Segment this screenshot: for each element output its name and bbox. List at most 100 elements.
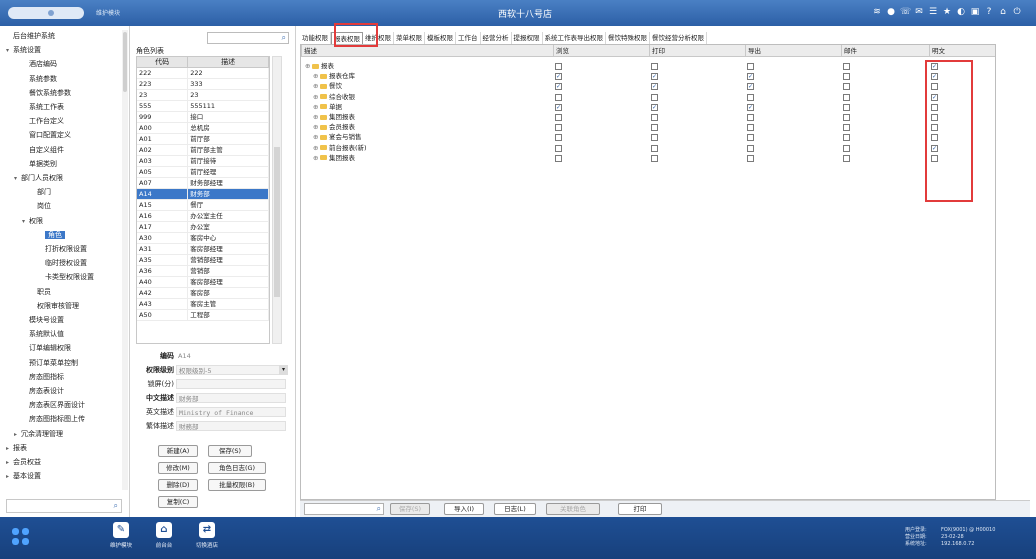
permission-checkbox[interactable] [747,154,754,162]
permission-checkbox[interactable]: ✓ [555,103,562,111]
permission-checkbox[interactable] [843,124,850,132]
permission-checkbox[interactable] [843,134,850,142]
chevron-icon[interactable]: ▸ [6,456,13,469]
sidebar-item[interactable]: 模块号设置 [22,314,64,327]
lock-field[interactable] [176,379,286,389]
table-row[interactable]: A14 财务部 [137,189,269,200]
permission-checkbox[interactable] [555,144,562,152]
grid-col-header[interactable]: 导出 [745,45,841,57]
expand-icon[interactable]: ⊕ [313,153,320,164]
en-desc-field[interactable]: Ministry of Finance [176,407,286,417]
sidebar-item[interactable]: 临时授权设置 [38,257,87,270]
chevron-icon[interactable]: ▾ [6,44,13,57]
taskbar-app[interactable]: ✎ 维护模块 [104,522,138,549]
home-icon[interactable]: ⌂ [998,6,1008,18]
tab[interactable]: 系统工作表导出权限 [543,32,606,44]
sidebar-item[interactable]: 职员 [30,286,51,299]
tab[interactable]: 餐饮经营分析权限 [650,32,707,44]
copy-button[interactable]: 复制(C) [158,496,198,508]
chevron-icon[interactable]: ▾ [14,172,21,185]
permission-checkbox[interactable] [747,144,754,152]
new-button[interactable]: 新建(A) [158,445,198,457]
permission-checkbox[interactable] [651,144,658,152]
permission-checkbox[interactable] [843,93,850,101]
permission-checkbox[interactable]: ✓ [747,103,754,111]
star-icon[interactable]: ★ [942,6,952,18]
permission-checkbox[interactable] [747,93,754,101]
power-icon[interactable]: ⏻ [1012,6,1022,18]
sidebar-item[interactable]: 餐饮系统参数 [22,87,71,100]
permission-checkbox[interactable] [651,124,658,132]
record-icon[interactable]: ● [886,6,896,18]
permission-checkbox[interactable] [555,93,562,101]
sidebar-item[interactable]: 系统默认值 [22,328,64,341]
chevron-icon[interactable]: ▸ [6,442,13,455]
permission-checkbox[interactable] [651,114,658,121]
table-row[interactable]: A15 餐厅 [137,200,269,211]
sidebar-item[interactable]: ▾ 权限 [22,215,43,228]
tab[interactable]: 餐饮特殊权限 [606,32,650,44]
sidebar-scrollbar[interactable] [122,30,128,490]
permission-checkbox[interactable] [747,114,754,121]
delete-button[interactable]: 删除(D) [158,479,198,491]
sidebar-item[interactable]: 岗位 [30,200,51,213]
mail-icon[interactable]: ▣ [970,6,980,18]
permission-checkbox[interactable]: ✓ [651,103,658,111]
sidebar-search-input[interactable]: ⌕ [6,499,122,513]
table-row[interactable]: A03 前厅接待 [137,156,269,167]
taskbar-app[interactable]: ⌂ 前台台 [147,522,181,549]
table-row[interactable]: A31 客房部经理 [137,244,269,255]
sidebar-item[interactable]: 订单编辑权限 [22,342,71,355]
link-role-button[interactable]: 关联角色 [546,503,600,515]
permission-checkbox[interactable] [747,134,754,142]
help-icon[interactable]: ? [984,6,994,18]
table-row[interactable]: 222 222 [137,68,269,79]
permission-checkbox[interactable] [651,134,658,142]
col-desc[interactable]: 描述 [188,57,269,67]
permission-checkbox[interactable] [555,63,562,70]
sidebar-item[interactable]: ▸ 会员权益 [6,456,41,469]
grid-row[interactable]: ⊕ 集团报表 [301,153,995,164]
grid-col-header[interactable]: 打印 [649,45,745,57]
permission-checkbox[interactable]: ✓ [555,83,562,91]
table-row[interactable]: A00 总机房 [137,123,269,134]
permission-checkbox[interactable] [555,154,562,162]
chat-icon[interactable]: ✉ [914,6,924,18]
cn-desc-field[interactable]: 财务部 [176,393,286,403]
chevron-icon[interactable]: ▾ [22,215,29,228]
permission-checkbox[interactable] [747,124,754,132]
table-row[interactable]: A01 前厅部 [137,134,269,145]
permission-checkbox[interactable]: ✓ [747,83,754,91]
sidebar-item[interactable]: 房态表设计 [22,385,64,398]
sidebar-item[interactable]: 后台维护系统 [6,30,55,43]
save-button[interactable]: 保存(S) [390,503,430,515]
wrench-icon[interactable]: ✎ [113,522,129,538]
sidebar-item[interactable]: 窗口配置定义 [22,129,71,142]
wifi-icon[interactable]: ≋ [872,6,882,18]
permission-checkbox[interactable] [843,73,850,81]
apps-grid-icon[interactable] [12,528,30,546]
sidebar-item[interactable]: ▸ 基本设置 [6,470,41,483]
table-row[interactable]: 23 23 [137,90,269,101]
sidebar-item[interactable]: 部门 [30,186,51,199]
taskbar-app[interactable]: ⇄ 切换酒店 [190,522,224,549]
phone-icon[interactable]: ☏ [900,6,911,18]
permission-checkbox[interactable]: ✓ [651,83,658,91]
table-row[interactable]: A17 办公室 [137,222,269,233]
save-role-button[interactable]: 保存(S) [208,445,252,457]
sidebar-item[interactable]: 单据类别 [22,158,57,171]
table-row[interactable]: A40 客房部经理 [137,277,269,288]
edit-button[interactable]: 修改(M) [158,462,198,474]
chevron-down-icon[interactable]: ▾ [279,365,288,375]
table-row[interactable]: A30 客房中心 [137,233,269,244]
grid-search-input[interactable]: ⌕ [304,503,384,515]
sidebar-item[interactable]: 房态图指标图上传 [22,413,85,426]
home-icon[interactable]: ⌂ [156,522,172,538]
grid-col-header[interactable]: 浏览 [553,45,649,57]
sidebar-item[interactable]: 预订单菜单控制 [22,357,78,370]
sidebar-item[interactable]: 系统工作表 [22,101,64,114]
permission-checkbox[interactable] [651,63,658,70]
table-row[interactable]: A35 营销部经理 [137,255,269,266]
level-select[interactable]: 权限级别-5 [176,365,286,375]
permission-checkbox[interactable] [843,103,850,111]
